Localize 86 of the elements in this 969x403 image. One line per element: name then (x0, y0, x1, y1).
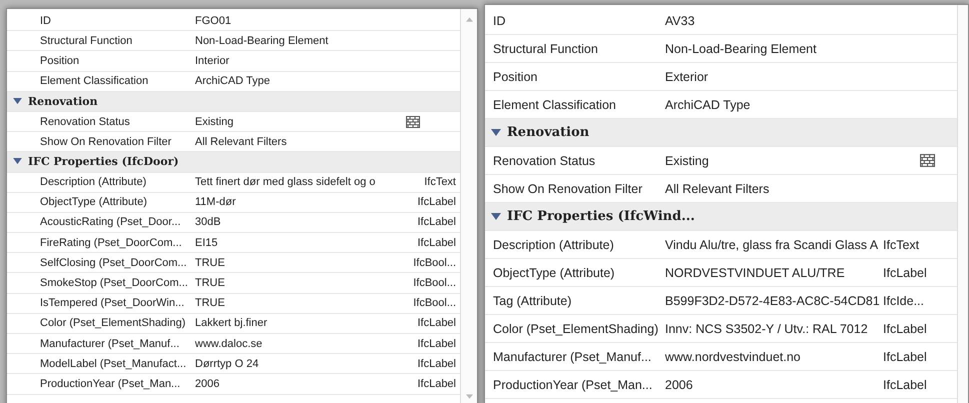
property-value: All Relevant Filters (665, 182, 770, 196)
property-value: Non-Load-Bearing Element (195, 34, 330, 47)
property-name: IsTempered (Pset_DoorWin... (39, 297, 186, 310)
property-name: ProductionYear (Pset_Man... (492, 378, 654, 392)
property-value: ArchiCAD Type (665, 98, 752, 112)
property-value: Vindu Alu/tre, glass fra Scandi Glass A (665, 238, 880, 252)
property-type: IfcLabel (416, 338, 456, 350)
property-value: 11M-dør (195, 196, 237, 208)
property-value: AV33 (665, 14, 696, 28)
property-value: Dørrtyp O 24 (195, 358, 260, 370)
property-name: Element Classification (492, 98, 617, 112)
property-name: SelfClosing (Pset_DoorCom... (39, 256, 188, 269)
property-value: Tett finert dør med glass sidefelt og o (195, 176, 376, 188)
property-value: EI15 (195, 236, 219, 249)
property-name: Structural Function (39, 34, 134, 47)
property-name: Show On Renovation Filter (492, 182, 644, 196)
property-type: IfcLabel (416, 378, 456, 390)
property-type: IfcLabel (416, 216, 456, 228)
group-title: Renovation (507, 125, 590, 140)
property-value: Existing (665, 154, 710, 168)
property-value: 2006 (195, 378, 220, 390)
property-name: Color (Pset_ElementShading) (492, 322, 660, 336)
property-type: IfcLabel (416, 236, 456, 249)
property-name: Show On Renovation Filter (39, 136, 172, 148)
property-value: B599F3D2-D572-4E83-AC8C-54CD81 (665, 294, 881, 308)
property-name: Description (Attribute) (39, 176, 148, 188)
property-value: Lakkert bj.finer (195, 317, 268, 330)
property-name: Position (39, 54, 80, 67)
property-value: Non-Load-Bearing Element (665, 42, 818, 56)
brick-pattern-icon[interactable] (920, 154, 935, 167)
property-value: TRUE (195, 277, 226, 290)
property-name: Color (Pset_ElementShading) (39, 317, 187, 330)
property-type: IfcText (883, 238, 920, 252)
collapse-triangle-icon[interactable] (13, 158, 22, 166)
property-name: Description (Attribute) (492, 238, 615, 252)
property-name: Element Classification (39, 75, 150, 88)
property-type: IfcLabel (416, 196, 456, 208)
property-value: All Relevant Filters (195, 136, 288, 148)
property-name: Structural Function (492, 42, 599, 56)
property-name: ObjectType (Attribute) (39, 196, 148, 208)
collapse-triangle-icon[interactable] (491, 128, 501, 136)
property-type: IfcLabel (883, 350, 928, 364)
brick-pattern-icon[interactable] (406, 116, 420, 128)
property-type: IfcLabel (883, 322, 928, 336)
property-type: IfcLabel (883, 378, 928, 392)
property-value: 30dB (195, 216, 222, 228)
property-name: AcousticRating (Pset_Door... (39, 216, 182, 228)
property-name: Tag (Attribute) (492, 294, 573, 308)
property-value: 2006 (665, 378, 694, 392)
property-type: IfcBool... (412, 277, 456, 290)
property-name: SmokeStop (Pset_DoorCom... (39, 277, 189, 290)
property-name: Renovation Status (39, 116, 131, 128)
property-value: www.nordvestvinduet.no (665, 350, 802, 364)
property-type: IfcBool... (412, 256, 456, 269)
collapse-triangle-icon[interactable] (13, 98, 22, 105)
property-value: Interior (195, 54, 230, 67)
property-name: ID (39, 14, 52, 27)
property-name: FireRating (Pset_DoorCom... (39, 236, 183, 249)
group-title: Renovation (28, 94, 98, 108)
property-type: IfcLabel (416, 317, 456, 330)
group-title: IFC Properties (IfcDoor) (28, 155, 179, 168)
scrollbar[interactable] (957, 5, 968, 403)
property-value: TRUE (195, 297, 226, 310)
property-type: IfcLabel (883, 266, 928, 280)
property-type: IfcText (423, 176, 456, 188)
group-title: IFC Properties (IfcWind... (507, 209, 695, 224)
property-value: Existing (195, 116, 235, 128)
property-name: ID (492, 14, 506, 28)
property-name: ObjectType (Attribute) (492, 266, 616, 280)
property-value: TRUE (195, 256, 226, 269)
collapse-triangle-icon[interactable] (491, 212, 501, 220)
property-value: Exterior (665, 70, 710, 84)
property-value: www.daloc.se (195, 338, 264, 350)
property-type: IfcIde... (883, 294, 925, 308)
property-value: FGO01 (195, 14, 232, 27)
property-value: ArchiCAD Type (195, 75, 271, 88)
property-value: NORDVESTVINDUET ALU/TRE (665, 266, 846, 280)
property-name: ProductionYear (Pset_Man... (39, 378, 182, 390)
property-type: IfcBool... (412, 297, 456, 310)
property-value: Innv: NCS S3502-Y / Utv.: RAL 7012 (665, 322, 869, 336)
property-name: Manufacturer (Pset_Manuf... (492, 350, 652, 364)
property-name: Position (492, 70, 538, 84)
property-name: Manufacturer (Pset_Manuf... (39, 338, 180, 350)
property-type: IfcLabel (416, 358, 456, 370)
property-name: ModelLabel (Pset_Manufact... (39, 358, 188, 370)
property-name: Renovation Status (492, 154, 596, 168)
